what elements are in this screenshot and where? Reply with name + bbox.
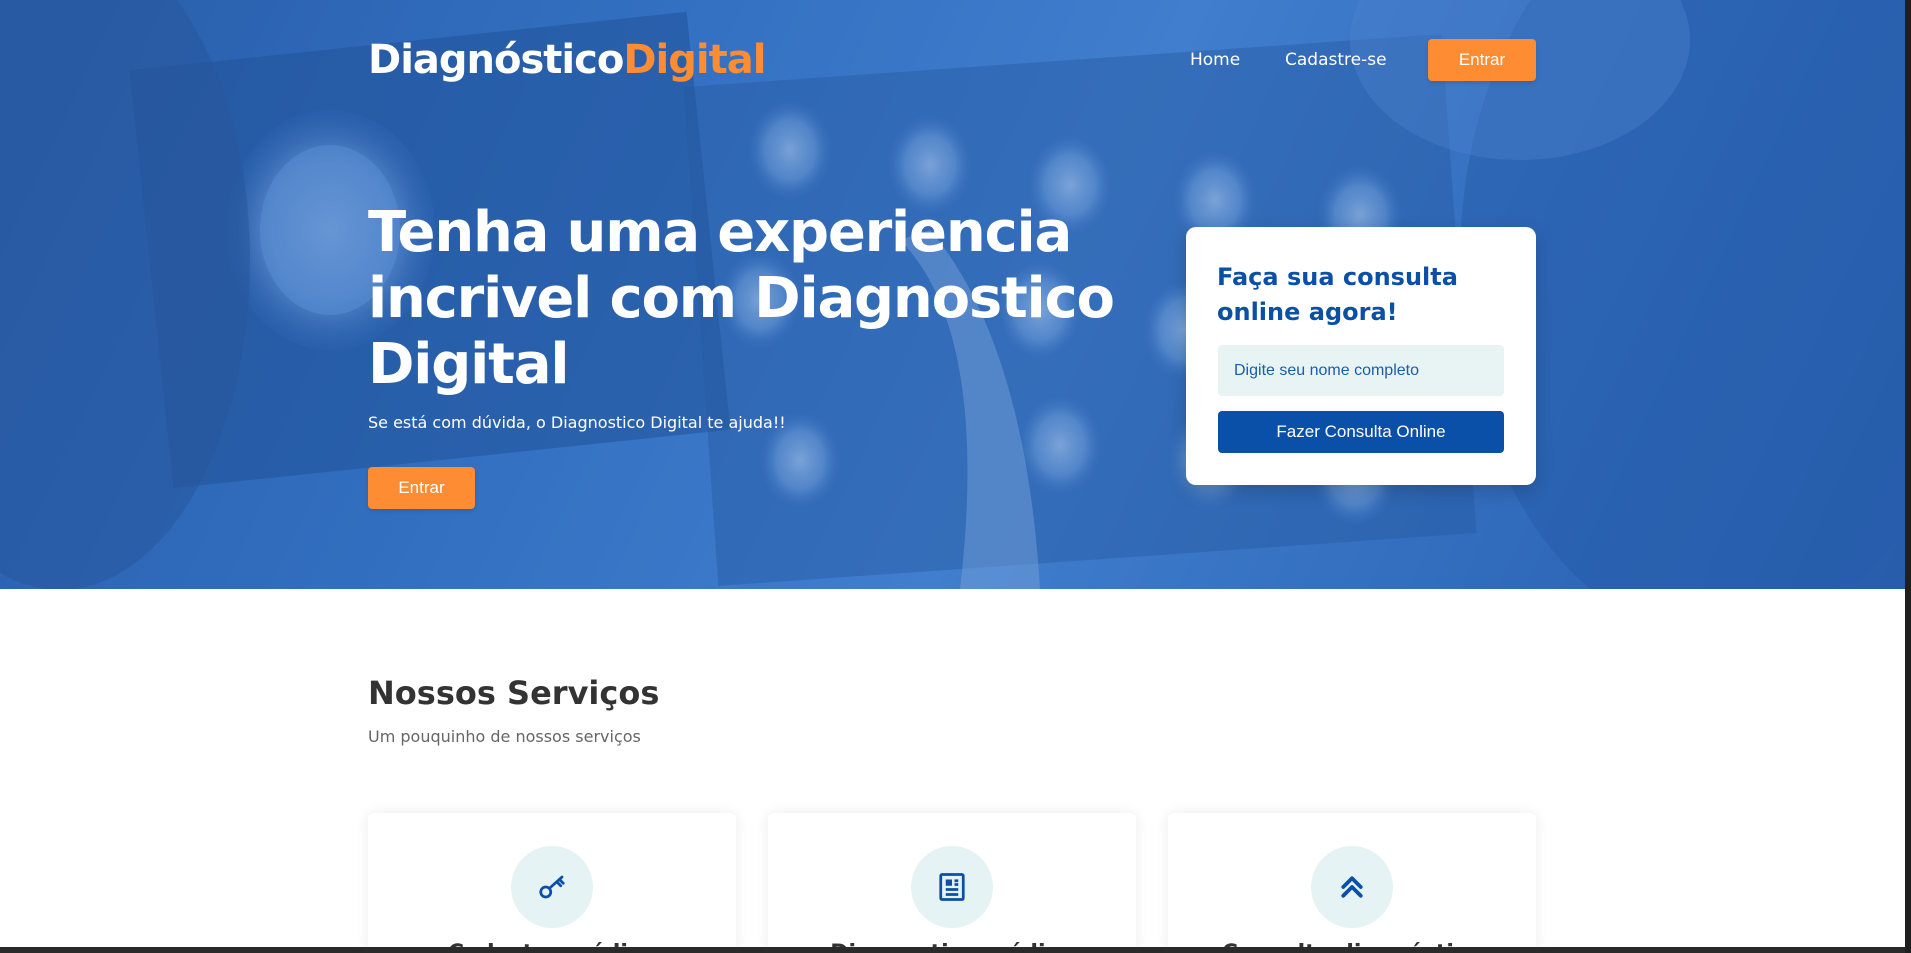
services-title: Nossos Serviços [368, 674, 660, 712]
document-icon [911, 846, 993, 928]
nav-link-signup[interactable]: Cadastre-se [1285, 46, 1387, 74]
service-card[interactable]: Diagnostico médico [768, 813, 1136, 953]
double-chevron-up-icon [1311, 846, 1393, 928]
services-subtitle: Um pouquinho de nossos serviços [368, 727, 641, 746]
full-name-input[interactable] [1218, 345, 1504, 396]
online-consult-button[interactable]: Fazer Consulta Online [1218, 411, 1504, 453]
site-logo[interactable]: DiagnósticoDigital [368, 34, 766, 86]
hero-title: Tenha uma experiencia incrivel com Diagn… [368, 200, 1115, 397]
window-scrollbar[interactable] [1905, 0, 1911, 953]
hero-subtitle: Se está com dúvida, o Diagnostico Digita… [368, 413, 786, 432]
consult-card-title: Faça sua consulta online agora! [1217, 263, 1458, 326]
bottom-edge [0, 947, 1905, 953]
key-icon [511, 846, 593, 928]
nav-link-home[interactable]: Home [1190, 46, 1240, 74]
consult-card: Faça sua consulta online agora! Fazer Co… [1186, 227, 1536, 485]
hero-login-button[interactable]: Entrar [368, 467, 475, 509]
header-login-button[interactable]: Entrar [1428, 39, 1536, 81]
logo-text-accent: Digital [623, 37, 766, 83]
service-card[interactable]: Cadastro médico [368, 813, 736, 953]
service-card[interactable]: Consulta diagnóstico [1168, 813, 1536, 953]
logo-text-primary: Diagnóstico [368, 37, 624, 83]
